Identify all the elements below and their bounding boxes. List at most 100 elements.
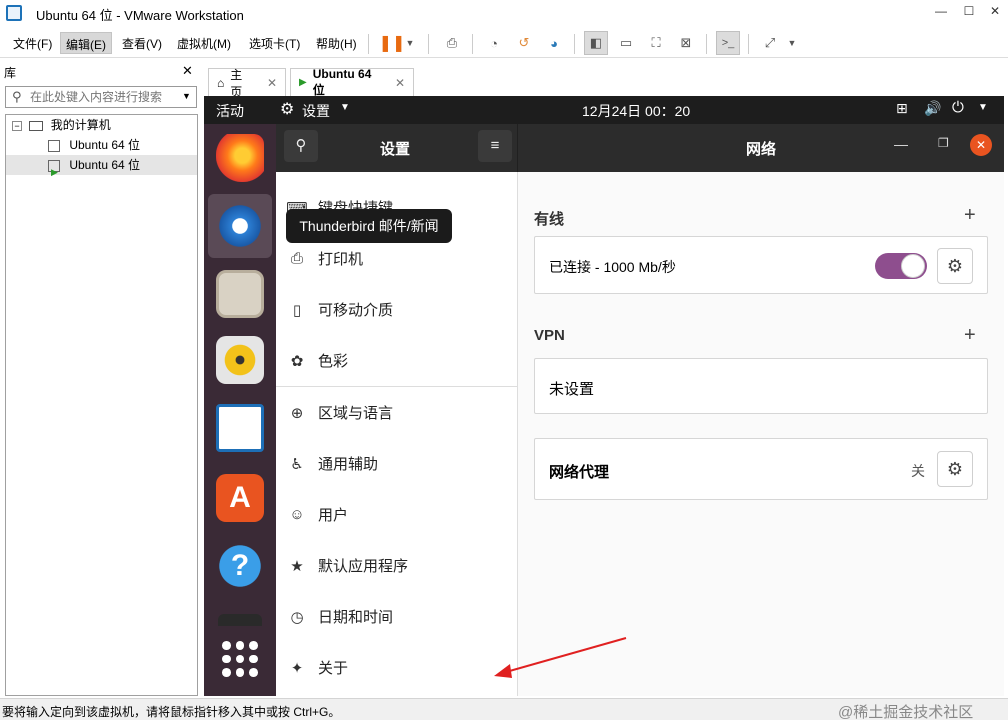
- sidebar-item-users[interactable]: ☺ 用户: [276, 489, 518, 540]
- toolbar-separator: [428, 34, 429, 54]
- stretch-guest-icon[interactable]: ⤢: [758, 31, 782, 55]
- menu-tabs[interactable]: 选项卡(T): [244, 32, 305, 54]
- menu-view[interactable]: 查看(V): [117, 32, 167, 54]
- close-library-icon[interactable]: ✕: [182, 63, 193, 79]
- search-button[interactable]: ⚲: [284, 130, 318, 162]
- gear-icon: ⚙: [946, 255, 964, 276]
- sidebar-item-about[interactable]: ✦ 关于: [276, 642, 518, 693]
- sidebar-item-region[interactable]: ⊕ 区域与语言: [276, 387, 518, 438]
- menu-vm[interactable]: 虚拟机(M): [172, 32, 236, 54]
- volume-icon[interactable]: 🔊: [924, 100, 941, 117]
- wired-toggle[interactable]: [875, 253, 927, 279]
- add-wired-icon[interactable]: +: [964, 204, 976, 227]
- minimize-icon[interactable]: —: [894, 136, 908, 152]
- close-tab-icon[interactable]: ✕: [267, 76, 277, 90]
- writer-icon[interactable]: [216, 404, 264, 452]
- tree-item-vm[interactable]: Ubuntu 64 位: [6, 135, 197, 155]
- rhythmbox-icon[interactable]: [216, 336, 264, 384]
- pause-icon[interactable]: ❚❚: [379, 31, 406, 55]
- computer-icon: [29, 120, 44, 131]
- sidebar-item-datetime[interactable]: ◷ 日期和时间: [276, 591, 518, 642]
- vmware-logo-icon: [6, 5, 22, 21]
- power-icon[interactable]: ⏻: [952, 99, 964, 116]
- sparkle-icon: ✦: [290, 659, 304, 677]
- tree-item-vm-running[interactable]: ▶ Ubuntu 64 位: [6, 155, 197, 177]
- collapse-icon[interactable]: −: [12, 120, 22, 131]
- settings-sidebar: ⌨键盘快捷键 ⎙打印机 ▯可移动介质 ✿色彩 ⊕区域与语言 ♿通用辅助 ☺用户 …: [276, 172, 518, 696]
- files-icon[interactable]: [216, 270, 264, 318]
- minimize-button[interactable]: —: [928, 4, 954, 22]
- menu-help[interactable]: 帮助(H): [311, 32, 362, 54]
- vm-display[interactable]: 活动 ⚙ 设置 ▼ 12月24日 00：20 ⊞ 🔊 ⏻ ▼ A ? ⚲ 设置 …: [204, 96, 1004, 696]
- accessibility-icon: ♿: [290, 455, 304, 473]
- add-vpn-icon[interactable]: +: [964, 324, 976, 347]
- sidebar-item-default-apps[interactable]: ★ 默认应用程序: [276, 540, 518, 591]
- snapshot-manager-icon[interactable]: ◕: [542, 31, 566, 55]
- sidebar-item-label: 打印机: [318, 251, 364, 268]
- console-view-icon[interactable]: >_: [716, 31, 740, 55]
- vpn-section-title: VPN: [534, 327, 565, 344]
- tab-label: 主页: [230, 67, 243, 99]
- activities-button[interactable]: 活动: [216, 101, 244, 121]
- maximize-icon[interactable]: ❐: [938, 136, 949, 150]
- menu-edit[interactable]: 编辑(E): [60, 32, 112, 54]
- full-screen-icon[interactable]: ⛶: [644, 31, 668, 55]
- status-bar: 要将输入定向到该虚拟机，请将鼠标指针移入其中或按 Ctrl+G。 @稀土掘金技术…: [0, 698, 1008, 721]
- app-menu[interactable]: 设置: [302, 101, 330, 121]
- chevron-down-icon[interactable]: ▼: [182, 91, 191, 101]
- maximize-button[interactable]: ☐: [956, 4, 982, 22]
- settings-gear-icon: ⚙: [280, 101, 295, 118]
- chevron-down-icon[interactable]: ▼: [402, 31, 418, 55]
- vm-running-icon: ▶: [299, 77, 307, 88]
- sidebar-item-accessibility[interactable]: ♿ 通用辅助: [276, 438, 518, 489]
- menu-file[interactable]: 文件(F): [8, 32, 57, 54]
- firefox-icon[interactable]: [216, 134, 264, 182]
- tree-item-my-computer[interactable]: − 我的计算机: [6, 115, 197, 135]
- close-icon[interactable]: ✕: [970, 134, 992, 156]
- tab-ubuntu[interactable]: ▶ Ubuntu 64 位 ✕: [290, 67, 414, 97]
- show-apps-icon[interactable]: [222, 641, 258, 677]
- sidebar-item-label: 区域与语言: [318, 405, 394, 422]
- gear-icon: ⚙: [946, 458, 964, 479]
- removable-media-icon: ▯: [292, 301, 302, 319]
- clock-icon: ◷: [290, 608, 304, 626]
- vpn-status: 未设置: [549, 381, 595, 398]
- sidebar-item-label: 通用辅助: [318, 456, 379, 473]
- settings-title: 设置: [380, 141, 411, 158]
- clock[interactable]: 12月24日 00：20: [582, 101, 690, 121]
- proxy-value: 关: [911, 463, 925, 479]
- unity-icon[interactable]: ⊠: [674, 31, 698, 55]
- toolbar-separator: [748, 34, 749, 54]
- chevron-down-icon[interactable]: ▼: [340, 102, 350, 113]
- wired-status: 已连接 - 1000 Mb/秒: [549, 259, 676, 275]
- library-search[interactable]: ⚲ ▼: [5, 86, 197, 108]
- sidebar-item-removable-media[interactable]: ▯ 可移动介质: [276, 284, 518, 335]
- wired-settings-button[interactable]: ⚙: [937, 248, 973, 284]
- search-icon: ⚲: [12, 89, 22, 104]
- globe-icon: ⊕: [290, 404, 304, 422]
- proxy-card[interactable]: 网络代理 关 ⚙: [534, 438, 988, 500]
- network-icon[interactable]: ⊞: [896, 100, 908, 117]
- hamburger-menu-button[interactable]: ≡: [478, 130, 512, 162]
- show-library-icon[interactable]: ◧: [584, 31, 608, 55]
- watermark: @稀土掘金技术社区: [838, 704, 974, 721]
- revert-snapshot-icon[interactable]: ↺: [512, 31, 536, 55]
- vpn-card: 未设置: [534, 358, 988, 414]
- thumbnail-bar-icon[interactable]: ▭: [614, 31, 638, 55]
- chevron-down-icon[interactable]: ▼: [978, 102, 988, 113]
- chevron-down-icon[interactable]: ▼: [784, 31, 800, 55]
- tab-home[interactable]: ⌂ 主页 ✕: [208, 68, 286, 99]
- close-tab-icon[interactable]: ✕: [395, 76, 405, 90]
- help-icon[interactable]: ?: [216, 542, 264, 590]
- close-window-button[interactable]: ✕: [982, 4, 1008, 22]
- thunderbird-icon[interactable]: [216, 202, 264, 250]
- software-icon[interactable]: A: [216, 474, 264, 522]
- send-keys-icon[interactable]: ⎙: [440, 31, 464, 55]
- settings-header: ⚲ 设置 ≡: [276, 124, 518, 172]
- proxy-settings-button[interactable]: ⚙: [937, 451, 973, 487]
- snapshot-icon[interactable]: ◔: [482, 31, 506, 55]
- library-search-input[interactable]: [30, 89, 178, 105]
- sidebar-item-color[interactable]: ✿ 色彩: [276, 335, 518, 386]
- toolbar-separator: [706, 34, 707, 54]
- annotation-arrow: [494, 637, 627, 678]
